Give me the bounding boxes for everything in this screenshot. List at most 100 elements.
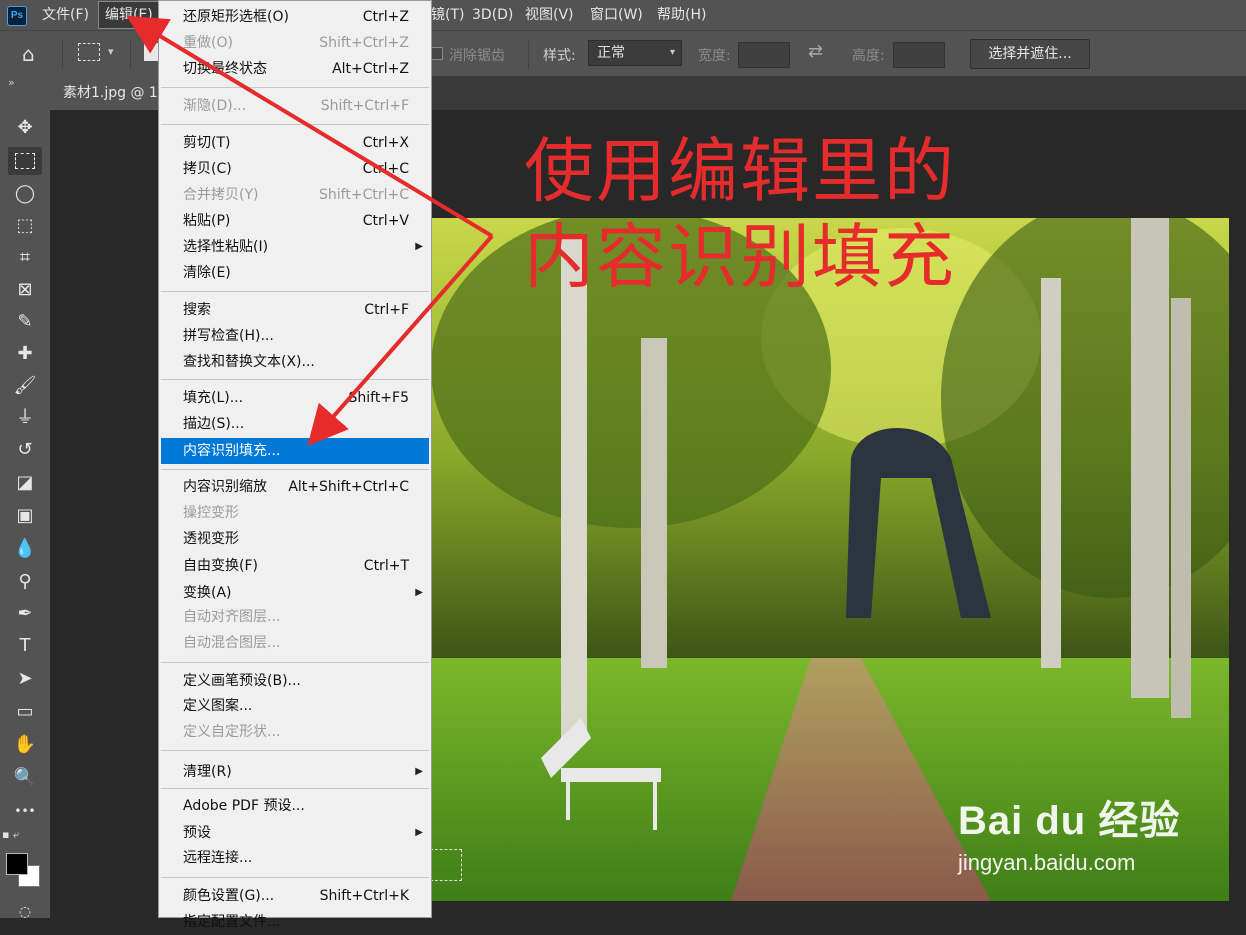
menu-item-toggle-last-state[interactable]: 切换最终状态 Alt+Ctrl+Z [161, 56, 429, 82]
type-icon[interactable]: T [8, 632, 42, 660]
menu-item-find-replace[interactable]: 查找和替换文本(X)... [161, 349, 429, 375]
brush-icon[interactable]: 🖌 [8, 372, 42, 400]
menu-separator [161, 662, 429, 663]
rectangle-icon[interactable]: ▭ [8, 698, 42, 726]
menu-item-paste[interactable]: 粘贴(P) Ctrl+V [161, 208, 429, 234]
menu-item-content-aware-scale[interactable]: 内容识别缩放 Alt+Shift+Ctrl+C [161, 474, 429, 500]
menu-separator [161, 379, 429, 380]
menu-item-perspective-warp[interactable]: 透视变形 [161, 526, 429, 552]
selection-marquee[interactable] [430, 849, 462, 881]
select-and-mask-button[interactable]: 选择并遮住... [970, 39, 1090, 69]
menu-item-undo[interactable]: 还原矩形选框(O) Ctrl+Z [161, 4, 429, 30]
menu-item-assign-profile[interactable]: 指定配置文件... [161, 909, 429, 935]
divider [62, 39, 63, 69]
menu-item-color-settings[interactable]: 颜色设置(G)... Shift+Ctrl+K [161, 883, 429, 909]
menu-view[interactable]: 视图(V) [519, 0, 580, 30]
menu-item-stroke[interactable]: 描边(S)... [161, 411, 429, 437]
menu-item-paste-special[interactable]: 选择性粘贴(I) ▶ [161, 234, 429, 260]
menu-item-fill[interactable]: 填充(L)... Shift+F5 [161, 385, 429, 411]
menu-file[interactable]: 文件(F) [36, 0, 95, 30]
menu-item-presets[interactable]: 预设 ▶ [161, 820, 429, 846]
style-select[interactable]: 正常 ▾ [588, 40, 682, 66]
healing-icon[interactable]: ✚ [8, 340, 42, 368]
menu-separator [161, 124, 429, 125]
move-icon[interactable]: ✥ [8, 114, 42, 142]
object-select-icon[interactable]: ⬚ [8, 212, 42, 240]
menu-item-free-transform[interactable]: 自由变换(F) Ctrl+T [161, 553, 429, 579]
hand-icon[interactable]: ✋ [8, 731, 42, 759]
menu-item-clear[interactable]: 清除(E) [161, 260, 429, 286]
blur-icon[interactable]: 💧 [8, 535, 42, 563]
submenu-arrow-icon: ▶ [415, 241, 423, 252]
menu-help[interactable]: 帮助(H) [651, 0, 712, 30]
antialias-label: 消除锯齿 [449, 48, 505, 64]
edit-dropdown-menu: 还原矩形选框(O) Ctrl+Z 重做(O) Shift+Ctrl+Z 切换最终状态… [158, 0, 432, 930]
menu-separator [161, 469, 429, 470]
pen-icon[interactable]: ✒ [8, 600, 42, 628]
rect-marquee-preset-icon[interactable] [78, 43, 100, 61]
photoshop-logo-icon: Ps [7, 6, 27, 26]
home-icon[interactable]: ⌂ [22, 43, 48, 65]
tools-panel: » ✥ ◯ ⬚ ⌗ ⊠ ✎ ✚ 🖌 ⏚ ↺ ◪ ▣ 💧 ⚲ ✒ T ➤ ▭ ✋ … [0, 76, 51, 920]
chevron-down-icon[interactable]: ▾ [108, 45, 114, 58]
baidu-jingyan-watermark: Bai du 经验 jingyan.baidu.com [958, 788, 1180, 876]
menu-item-cut[interactable]: 剪切(T) Ctrl+X [161, 130, 429, 156]
swap-colors-icon[interactable]: ▪ ⤶ [2, 828, 42, 842]
crop-icon[interactable]: ⌗ [8, 244, 42, 272]
menu-item-copy-merged[interactable]: 合并拷贝(Y) Shift+Ctrl+C [161, 182, 429, 208]
swap-icon[interactable]: ⇄ [808, 41, 823, 62]
frame-icon[interactable]: ⊠ [8, 276, 42, 304]
menu-item-transform[interactable]: 变换(A) ▶ [161, 580, 429, 606]
menu-item-fade[interactable]: 渐隐(D)... Shift+Ctrl+F [161, 93, 429, 119]
menu-separator [161, 877, 429, 878]
more-icon[interactable]: ••• [8, 797, 42, 825]
menu-separator [161, 291, 429, 292]
menu-separator [161, 750, 429, 751]
path-select-icon[interactable]: ➤ [8, 665, 42, 693]
collapse-icon[interactable]: » [8, 76, 15, 89]
menu-item-remote-connections[interactable]: 远程连接... [161, 845, 429, 871]
submenu-arrow-icon: ▶ [415, 587, 423, 598]
submenu-arrow-icon: ▶ [415, 827, 423, 838]
lasso-icon[interactable]: ◯ [8, 180, 42, 208]
eraser-icon[interactable]: ◪ [8, 469, 42, 497]
divider [130, 39, 131, 69]
annotation-line-2: 内容识别填充 [524, 216, 956, 298]
gradient-icon[interactable]: ▣ [8, 502, 42, 530]
menu-item-purge[interactable]: 清理(R) ▶ [161, 759, 429, 785]
menu-edit[interactable]: 编辑(E) [98, 1, 160, 29]
width-field[interactable] [738, 42, 790, 68]
menu-3d[interactable]: 3D(D) [466, 0, 519, 30]
menu-item-content-aware-fill[interactable]: 内容识别填充... [161, 438, 429, 464]
menu-item-pdf-presets[interactable]: Adobe PDF 预设... [161, 793, 429, 819]
watermark-url: jingyan.baidu.com [958, 850, 1136, 875]
height-label: 高度: [852, 48, 885, 64]
menu-separator [161, 87, 429, 88]
chevron-down-icon: ▾ [669, 47, 675, 58]
quick-mask-icon[interactable]: ◌ [8, 898, 42, 926]
dodge-icon[interactable]: ⚲ [8, 568, 42, 596]
menu-item-search[interactable]: 搜索 Ctrl+F [161, 297, 429, 323]
menu-item-copy[interactable]: 拷贝(C) Ctrl+C [161, 156, 429, 182]
rect-marquee-icon[interactable] [8, 147, 42, 175]
history-brush-icon[interactable]: ↺ [8, 436, 42, 464]
stamp-icon[interactable]: ⏚ [8, 404, 42, 432]
menu-item-redo[interactable]: 重做(O) Shift+Ctrl+Z [161, 30, 429, 56]
menu-item-define-brush[interactable]: 定义画笔预设(B)... [161, 668, 429, 694]
menu-item-define-shape[interactable]: 定义自定形状... [161, 719, 429, 745]
eyedropper-icon[interactable]: ✎ [8, 308, 42, 336]
watermark-logo-text: Bai du 经验 [958, 799, 1181, 843]
menu-item-define-pattern[interactable]: 定义图案... [161, 693, 429, 719]
menu-item-spell-check[interactable]: 拼写检查(H)... [161, 323, 429, 349]
foreground-color-swatch[interactable] [6, 853, 28, 875]
menu-item-puppet-warp[interactable]: 操控变形 [161, 500, 429, 526]
menu-window[interactable]: 窗口(W) [584, 0, 649, 30]
style-label: 样式: [543, 48, 576, 64]
height-field[interactable] [893, 42, 945, 68]
divider [528, 39, 529, 69]
menu-separator [161, 788, 429, 789]
zoom-icon[interactable]: 🔍 [8, 764, 42, 792]
style-value: 正常 [597, 45, 625, 61]
menu-item-auto-blend[interactable]: 自动混合图层... [161, 630, 429, 656]
menu-item-auto-align[interactable]: 自动对齐图层... [161, 604, 429, 630]
